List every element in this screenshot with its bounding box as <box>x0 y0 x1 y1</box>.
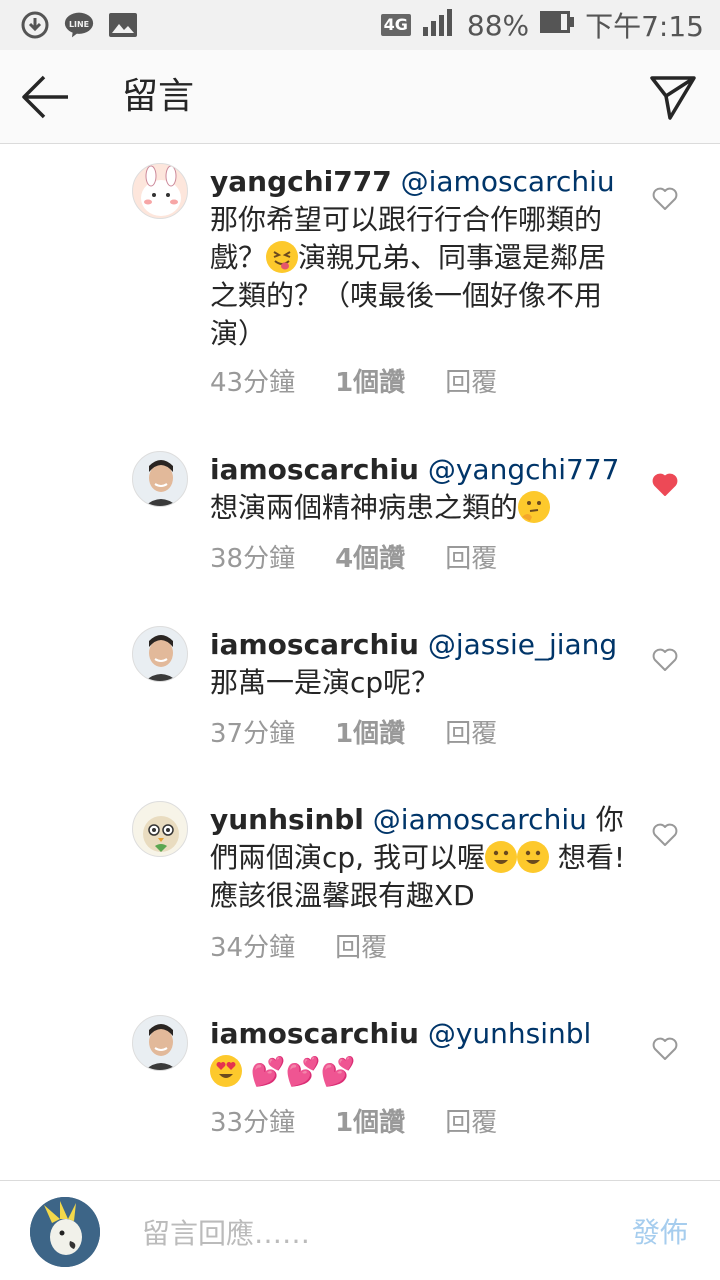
like-button[interactable] <box>652 473 678 497</box>
comment-username[interactable]: yangchi777 <box>210 165 392 198</box>
like-count[interactable]: 1個讚 <box>335 713 405 750</box>
svg-text:LINE: LINE <box>69 20 89 29</box>
heart-filled-icon <box>652 473 678 496</box>
smiling-face-emoji-icon <box>516 841 549 873</box>
heart-eyes-emoji-icon <box>210 1055 242 1087</box>
comment-text: yunhsinbl @iamoscarchiu 你們兩個演cp, 我可以喔 想看… <box>210 801 630 915</box>
back-button[interactable] <box>20 72 72 122</box>
reply-button[interactable]: 回覆 <box>445 713 497 750</box>
comment-text: iamoscarchiu @yunhsinbl 💕💕💕 <box>210 1015 630 1091</box>
comment-composer: 發佈 <box>0 1180 720 1280</box>
comment-text: iamoscarchiu @jassie_jiang 那萬一是演cp呢？ <box>210 626 630 702</box>
heart-outline-icon <box>652 187 678 210</box>
like-button[interactable] <box>652 823 678 847</box>
status-bar: LINE 4G 88% 下午7:15 <box>0 0 720 50</box>
my-avatar <box>30 1197 100 1267</box>
battery-icon <box>539 8 575 43</box>
comment-body: 想演兩個精神病患之類的 <box>210 491 519 524</box>
like-count[interactable]: 1個讚 <box>335 362 405 399</box>
avatar[interactable] <box>132 451 188 507</box>
download-icon <box>20 10 50 40</box>
comment-time: 37分鐘 <box>210 719 296 749</box>
comment-mention[interactable]: @iamoscarchiu <box>373 803 587 836</box>
heart-outline-icon <box>652 1037 678 1060</box>
battery-percent: 88% <box>466 8 530 42</box>
heart-outline-icon <box>652 648 678 671</box>
comment-meta: 38分鐘 4個讚 回覆 <box>210 538 497 575</box>
two-hearts-icon: 💕 <box>250 1055 286 1088</box>
like-count[interactable]: 4個讚 <box>335 538 405 575</box>
comment-username[interactable]: iamoscarchiu <box>210 1017 419 1050</box>
comment-meta: 37分鐘 1個讚 回覆 <box>210 713 497 750</box>
comment-text: yangchi777 @iamoscarchiu 那你希望可以跟行行合作哪類的戲… <box>210 163 630 353</box>
post-button[interactable]: 發佈 <box>632 1211 688 1251</box>
avatar[interactable] <box>132 1015 188 1071</box>
reply-button[interactable]: 回覆 <box>335 927 387 964</box>
reply-button[interactable]: 回覆 <box>445 538 497 575</box>
comment-time: 38分鐘 <box>210 544 296 574</box>
comment-username[interactable]: yunhsinbl <box>210 803 364 836</box>
like-button[interactable] <box>652 1037 678 1061</box>
comment-username[interactable]: iamoscarchiu <box>210 453 419 486</box>
share-button[interactable] <box>648 72 698 122</box>
comment-mention[interactable]: @jassie_jiang <box>428 628 617 661</box>
paper-plane-icon <box>650 76 696 120</box>
arrow-left-icon <box>22 75 68 119</box>
signal-icon <box>421 7 457 44</box>
like-button[interactable] <box>652 187 678 211</box>
clock: 下午7:15 <box>585 10 704 43</box>
comment-meta: 43分鐘 1個讚 回覆 <box>210 362 497 399</box>
comment-time: 34分鐘 <box>210 933 296 963</box>
like-button[interactable] <box>652 648 678 672</box>
comment-body: 那萬一是演cp呢？ <box>210 666 440 699</box>
comment-time: 33分鐘 <box>210 1108 296 1138</box>
comment-text: iamoscarchiu @yangchi777 想演兩個精神病患之類的 <box>210 451 630 527</box>
reply-button[interactable]: 回覆 <box>445 1102 497 1139</box>
comment-input[interactable] <box>142 1211 582 1255</box>
comment-mention[interactable]: @iamoscarchiu <box>401 165 615 198</box>
avatar[interactable] <box>132 626 188 682</box>
smiling-face-emoji-icon <box>484 841 517 873</box>
comment-username[interactable]: iamoscarchiu <box>210 628 419 661</box>
avatar[interactable] <box>132 163 188 219</box>
two-hearts-icon: 💕 <box>320 1055 356 1088</box>
image-icon <box>108 10 138 40</box>
comment-mention[interactable]: @yangchi777 <box>428 453 620 486</box>
comment-time: 43分鐘 <box>210 368 296 398</box>
comment-meta: 33分鐘 1個讚 回覆 <box>210 1102 497 1139</box>
like-count[interactable]: 1個讚 <box>335 1102 405 1139</box>
comment-mention[interactable]: @yunhsinbl <box>428 1017 591 1050</box>
reply-button[interactable]: 回覆 <box>445 362 497 399</box>
squinting-tongue-emoji-icon <box>266 241 299 273</box>
page-title: 留言 <box>122 76 195 117</box>
avatar[interactable] <box>132 801 188 857</box>
network-badge: 4G <box>380 14 411 36</box>
thinking-face-emoji-icon <box>518 491 551 523</box>
heart-outline-icon <box>652 823 678 846</box>
comment-meta: 34分鐘 回覆 <box>210 927 387 964</box>
two-hearts-icon: 💕 <box>285 1055 321 1088</box>
line-app-icon: LINE <box>64 10 94 40</box>
comments-header: 留言 <box>0 50 720 144</box>
